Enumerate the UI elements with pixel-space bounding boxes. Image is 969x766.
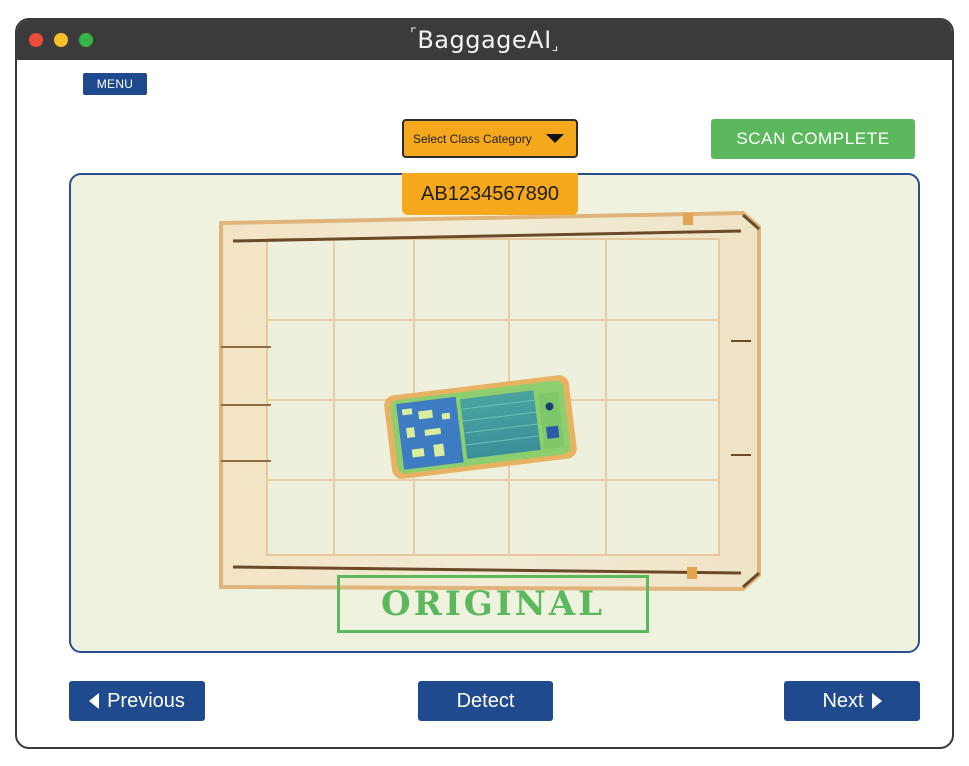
minimize-window-button[interactable] xyxy=(54,33,68,47)
next-button-label: Next xyxy=(822,689,864,712)
original-stamp: ORIGINAL xyxy=(337,575,649,633)
scan-id-badge: AB1234567890 xyxy=(402,173,578,215)
title-bracket-close: ⌟ xyxy=(551,38,559,54)
select-class-label: Select Class Category xyxy=(413,131,532,146)
previous-button-label: Previous xyxy=(107,689,185,712)
maximize-window-button[interactable] xyxy=(79,33,93,47)
detect-button-label: Detect xyxy=(456,689,515,712)
title-bar: ⌜BaggageAI⌟ xyxy=(17,20,952,60)
menu-button[interactable]: MENU xyxy=(83,73,147,95)
select-class-category-dropdown[interactable]: Select Class Category xyxy=(402,119,578,158)
app-title: ⌜BaggageAI⌟ xyxy=(410,26,558,54)
caret-right-icon xyxy=(871,693,882,709)
app-window: ⌜BaggageAI⌟ MENU Select Class Category S… xyxy=(15,18,954,749)
next-button[interactable]: Next xyxy=(784,681,920,721)
scan-complete-status[interactable]: SCAN COMPLETE xyxy=(711,119,915,159)
close-window-button[interactable] xyxy=(29,33,43,47)
previous-button[interactable]: Previous xyxy=(69,681,205,721)
app-title-text: BaggageAI xyxy=(417,26,552,54)
caret-left-icon xyxy=(89,693,100,709)
caret-down-icon xyxy=(546,134,564,143)
window-controls xyxy=(29,33,93,47)
detect-button[interactable]: Detect xyxy=(418,681,553,721)
